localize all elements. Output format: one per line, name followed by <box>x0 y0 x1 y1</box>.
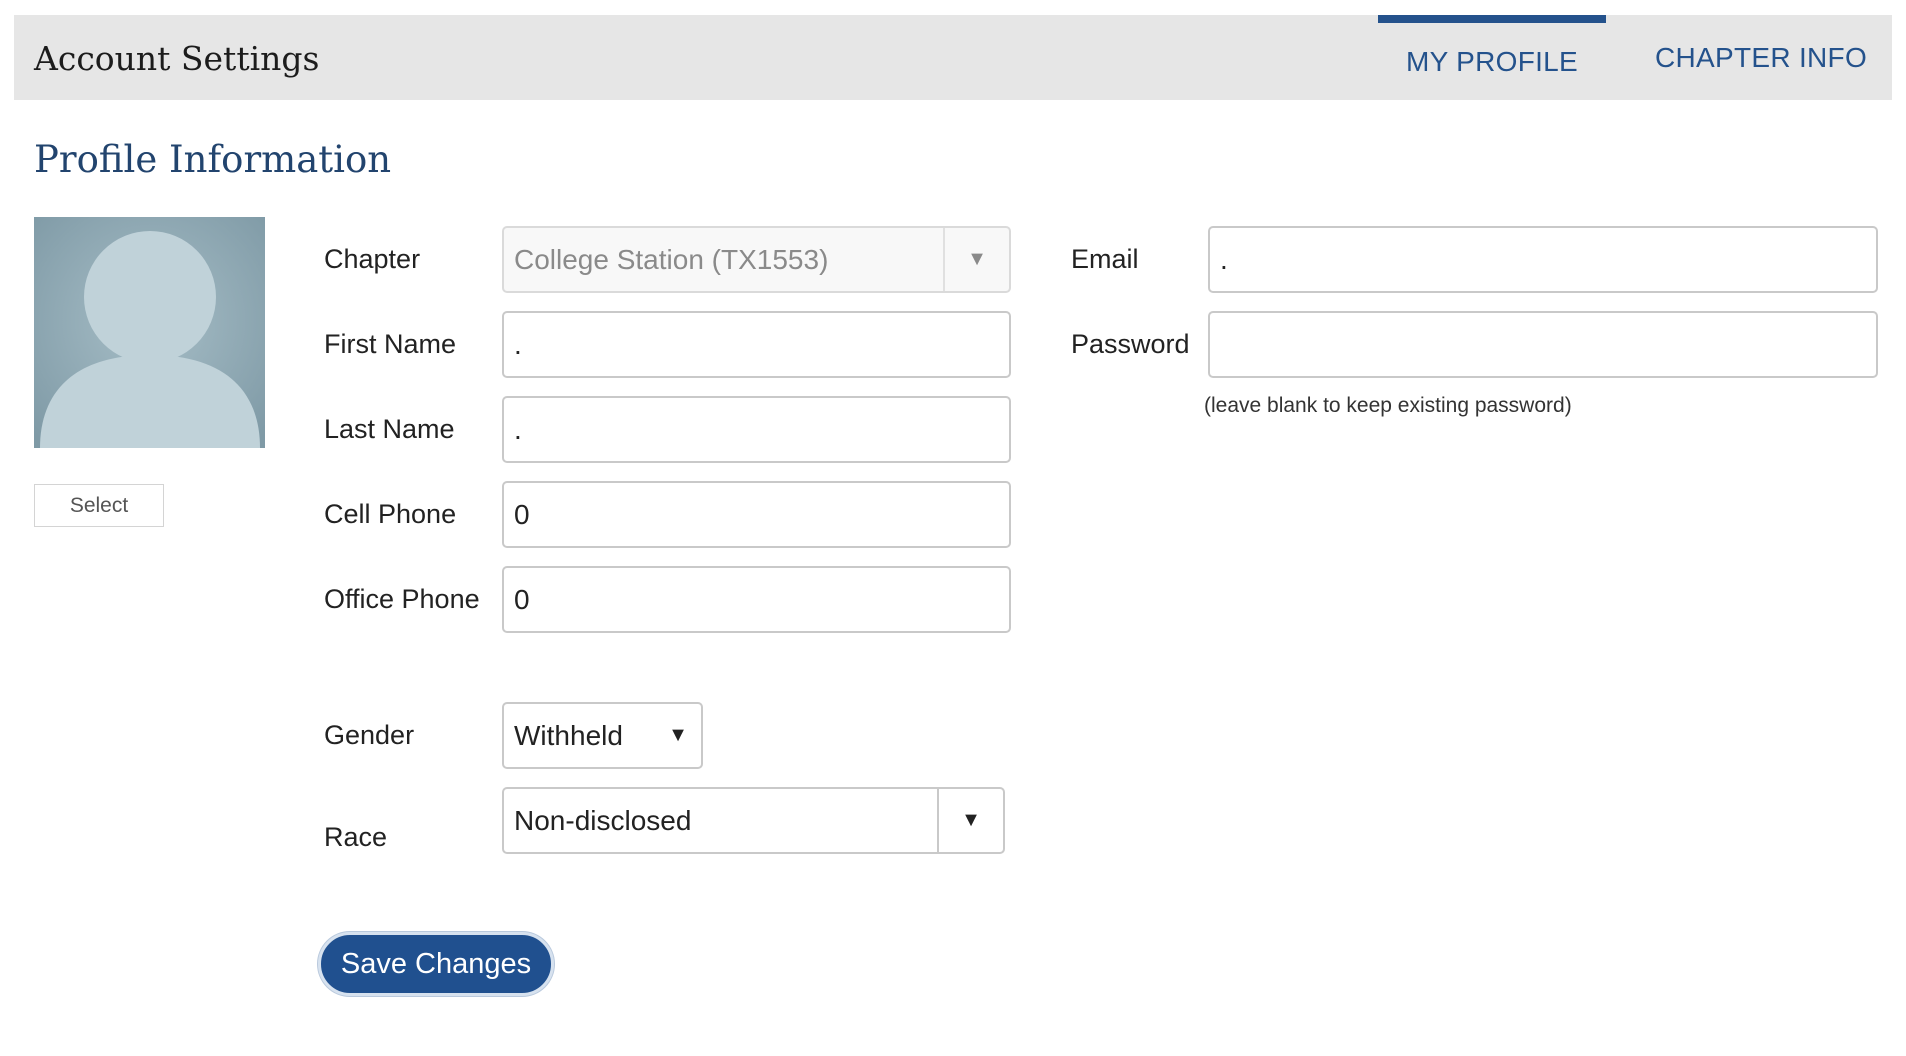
person-silhouette-icon <box>34 217 265 448</box>
race-label: Race <box>324 822 388 852</box>
last-name-label: Last Name <box>324 414 455 444</box>
section-title: Profile Information <box>34 138 392 181</box>
last-name-input[interactable] <box>514 398 999 461</box>
chapter-value: College Station (TX1553) <box>514 243 829 275</box>
office-phone-label: Office Phone <box>324 584 480 614</box>
select-photo-button[interactable]: Select <box>34 484 164 527</box>
password-label: Password <box>1071 329 1190 359</box>
avatar <box>34 217 265 448</box>
gender-value: Withheld <box>514 719 623 751</box>
cell-phone-label: Cell Phone <box>324 499 457 529</box>
office-phone-input[interactable] <box>514 568 999 631</box>
first-name-field[interactable] <box>502 311 1011 378</box>
chapter-label: Chapter <box>324 244 421 274</box>
save-changes-button[interactable]: Save Changes <box>318 932 554 996</box>
gender-select[interactable]: Withheld ▼ <box>502 702 703 769</box>
first-name-input[interactable] <box>514 313 999 376</box>
password-hint: (leave blank to keep existing password) <box>1204 394 1572 417</box>
email-input[interactable] <box>1220 228 1866 291</box>
password-field[interactable] <box>1208 311 1878 378</box>
triangle-down-icon: ▼ <box>668 724 688 746</box>
password-input[interactable] <box>1220 313 1866 376</box>
office-phone-field[interactable] <box>502 566 1011 633</box>
chapter-select: College Station (TX1553) ▼ <box>502 226 1011 293</box>
email-label: Email <box>1071 244 1139 274</box>
tab-chapter-info[interactable]: CHAPTER INFO <box>1648 15 1874 100</box>
race-select[interactable]: Non-disclosed ▼ <box>502 787 1005 854</box>
gender-label: Gender <box>324 720 415 750</box>
last-name-field[interactable] <box>502 396 1011 463</box>
page-title: Account Settings <box>34 39 320 78</box>
email-field[interactable] <box>1208 226 1878 293</box>
cell-phone-field[interactable] <box>502 481 1011 548</box>
race-value: Non-disclosed <box>514 804 692 836</box>
first-name-label: First Name <box>324 329 457 359</box>
triangle-down-icon: ▼ <box>943 228 1009 291</box>
triangle-down-icon: ▼ <box>937 789 1003 852</box>
tab-my-profile[interactable]: MY PROFILE <box>1378 15 1606 100</box>
header-bar: Account Settings MY PROFILE CHAPTER INFO <box>14 15 1892 100</box>
cell-phone-input[interactable] <box>514 483 999 546</box>
